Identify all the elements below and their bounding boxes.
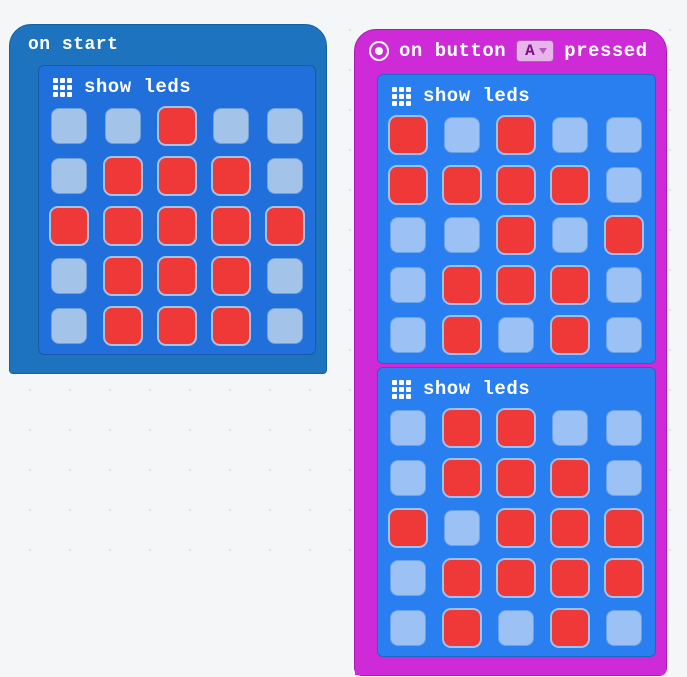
- led-on[interactable]: [159, 258, 195, 294]
- on-start-block[interactable]: on start show leds: [9, 24, 327, 374]
- led-grid[interactable]: [390, 410, 643, 646]
- led-off[interactable]: [213, 108, 249, 144]
- led-off[interactable]: [552, 410, 588, 446]
- led-on[interactable]: [390, 117, 426, 153]
- on-button-suffix: pressed: [564, 40, 647, 62]
- led-on[interactable]: [105, 258, 141, 294]
- led-on[interactable]: [606, 217, 642, 253]
- led-off[interactable]: [552, 117, 588, 153]
- led-on[interactable]: [159, 108, 195, 144]
- led-off[interactable]: [606, 460, 642, 496]
- chevron-down-icon: [539, 48, 547, 54]
- led-on[interactable]: [444, 167, 480, 203]
- led-off[interactable]: [105, 108, 141, 144]
- led-off[interactable]: [390, 460, 426, 496]
- led-off[interactable]: [267, 158, 303, 194]
- led-on[interactable]: [213, 258, 249, 294]
- led-on[interactable]: [498, 167, 534, 203]
- led-grid[interactable]: [51, 108, 303, 344]
- led-off[interactable]: [51, 108, 87, 144]
- led-off[interactable]: [498, 610, 534, 646]
- led-off[interactable]: [606, 167, 642, 203]
- button-dropdown[interactable]: A: [516, 40, 554, 62]
- led-off[interactable]: [51, 308, 87, 344]
- on-button-prefix: on button: [399, 40, 506, 62]
- grid-icon: [53, 78, 72, 97]
- show-leds-label: show leds: [84, 76, 191, 98]
- show-leds-block[interactable]: show leds: [38, 65, 316, 355]
- show-leds-label: show leds: [423, 378, 530, 400]
- led-on[interactable]: [444, 610, 480, 646]
- led-off[interactable]: [606, 267, 642, 303]
- led-off[interactable]: [444, 117, 480, 153]
- led-off[interactable]: [606, 610, 642, 646]
- on-button-pressed-block[interactable]: on button A pressed show leds: [354, 29, 667, 676]
- led-off[interactable]: [51, 258, 87, 294]
- led-off[interactable]: [390, 560, 426, 596]
- led-on[interactable]: [552, 610, 588, 646]
- on-start-label: on start: [10, 25, 326, 61]
- led-off[interactable]: [267, 308, 303, 344]
- button-dropdown-value: A: [525, 42, 535, 60]
- led-off[interactable]: [267, 258, 303, 294]
- led-on[interactable]: [390, 510, 426, 546]
- target-icon: [369, 41, 389, 61]
- show-leds-label: show leds: [423, 85, 530, 107]
- show-leds-block[interactable]: show leds: [377, 74, 656, 364]
- led-on[interactable]: [498, 117, 534, 153]
- led-on[interactable]: [159, 208, 195, 244]
- led-off[interactable]: [444, 217, 480, 253]
- led-on[interactable]: [552, 460, 588, 496]
- led-on[interactable]: [444, 317, 480, 353]
- led-off[interactable]: [606, 317, 642, 353]
- led-on[interactable]: [498, 217, 534, 253]
- led-off[interactable]: [390, 610, 426, 646]
- led-on[interactable]: [498, 510, 534, 546]
- led-on[interactable]: [606, 560, 642, 596]
- led-on[interactable]: [552, 317, 588, 353]
- led-on[interactable]: [213, 208, 249, 244]
- led-off[interactable]: [444, 510, 480, 546]
- led-off[interactable]: [267, 108, 303, 144]
- led-on[interactable]: [390, 167, 426, 203]
- led-on[interactable]: [498, 267, 534, 303]
- led-on[interactable]: [51, 208, 87, 244]
- led-on[interactable]: [498, 410, 534, 446]
- led-on[interactable]: [552, 267, 588, 303]
- led-on[interactable]: [213, 308, 249, 344]
- led-off[interactable]: [498, 317, 534, 353]
- grid-icon: [392, 380, 411, 399]
- led-on[interactable]: [105, 308, 141, 344]
- led-on[interactable]: [213, 158, 249, 194]
- led-on[interactable]: [444, 560, 480, 596]
- led-on[interactable]: [606, 510, 642, 546]
- show-leds-block[interactable]: show leds: [377, 367, 656, 657]
- led-on[interactable]: [552, 560, 588, 596]
- led-on[interactable]: [267, 208, 303, 244]
- led-grid[interactable]: [390, 117, 643, 353]
- led-off[interactable]: [606, 410, 642, 446]
- led-on[interactable]: [105, 208, 141, 244]
- led-on[interactable]: [444, 267, 480, 303]
- led-off[interactable]: [606, 117, 642, 153]
- led-on[interactable]: [105, 158, 141, 194]
- led-on[interactable]: [444, 410, 480, 446]
- led-on[interactable]: [552, 510, 588, 546]
- led-on[interactable]: [498, 460, 534, 496]
- led-on[interactable]: [444, 460, 480, 496]
- grid-icon: [392, 87, 411, 106]
- led-off[interactable]: [390, 410, 426, 446]
- led-off[interactable]: [552, 217, 588, 253]
- led-on[interactable]: [159, 158, 195, 194]
- led-on[interactable]: [498, 560, 534, 596]
- led-off[interactable]: [390, 217, 426, 253]
- led-on[interactable]: [552, 167, 588, 203]
- led-off[interactable]: [51, 158, 87, 194]
- led-off[interactable]: [390, 317, 426, 353]
- led-on[interactable]: [159, 308, 195, 344]
- led-off[interactable]: [390, 267, 426, 303]
